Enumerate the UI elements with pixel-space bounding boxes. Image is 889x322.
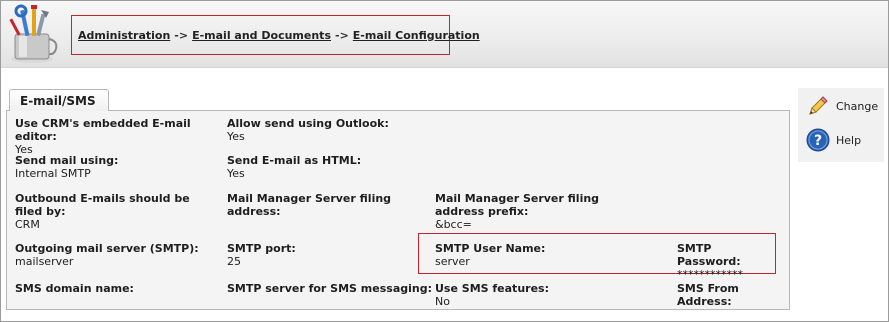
breadcrumb-email-configuration[interactable]: E-mail Configuration: [353, 29, 480, 42]
pencil-icon: [809, 96, 828, 115]
field-value: mailserver: [15, 255, 74, 268]
change-label: Change: [836, 99, 879, 113]
breadcrumb-separator: ->: [174, 28, 189, 42]
field-use-sms: Use SMS features: No: [435, 282, 635, 308]
field-value: CRM: [15, 218, 40, 231]
field-embedded-editor: Use CRM's embedded E-mail editor: Yes: [15, 117, 225, 156]
field-mm-filing-address: Mail Manager Server filing address:: [227, 192, 407, 218]
field-label: SMS From Address:: [677, 282, 739, 308]
field-smtp-server: Outgoing mail server (SMTP): mailserver: [15, 242, 225, 268]
field-value: server: [435, 255, 470, 268]
field-allow-outlook: Allow send using Outlook: Yes: [227, 117, 427, 143]
field-label: Mail Manager Server filing address:: [227, 192, 392, 218]
help-button[interactable]: ? Help: [806, 128, 861, 152]
field-value: 25: [227, 255, 241, 268]
field-outbound-filed-by: Outbound E-mails should be filed by: CRM: [15, 192, 220, 231]
field-label: Use SMS features:: [435, 282, 549, 295]
field-label: SMTP User Name:: [435, 242, 546, 255]
field-label: Outbound E-mails should be filed by:: [15, 192, 190, 218]
breadcrumb: Administration -> E-mail and Documents -…: [71, 15, 480, 55]
action-panel: Change ? Help: [798, 88, 884, 162]
field-label: SMTP server for SMS messaging:: [227, 282, 432, 295]
field-send-mail-using: Send mail using: Internal SMTP: [15, 154, 225, 180]
field-sms-smtp-server: SMTP server for SMS messaging:: [227, 282, 432, 295]
field-sms-from: SMS From Address:: [677, 282, 787, 308]
field-label: Outgoing mail server (SMTP):: [15, 242, 199, 255]
tab-email-sms[interactable]: E-mail/SMS: [9, 89, 109, 111]
breadcrumb-email-and-documents[interactable]: E-mail and Documents: [192, 29, 331, 42]
help-label: Help: [836, 133, 862, 147]
field-smtp-user: SMTP User Name: server: [435, 242, 635, 268]
field-label: Send mail using:: [15, 154, 119, 167]
field-label: SMTP port:: [227, 242, 296, 255]
page-header: Administration -> E-mail and Documents -…: [1, 1, 888, 68]
svg-text:?: ?: [814, 133, 822, 149]
field-value: Yes: [227, 167, 245, 180]
field-label: SMTP Password:: [677, 242, 741, 268]
breadcrumb-separator: ->: [335, 28, 349, 42]
field-send-as-html: Send E-mail as HTML: Yes: [227, 154, 427, 180]
help-icon: ?: [806, 128, 830, 152]
breadcrumb-administration[interactable]: Administration: [78, 29, 170, 42]
tools-cup-icon: [9, 4, 58, 63]
field-value: &bcc=: [435, 218, 472, 231]
change-button[interactable]: Change: [806, 94, 878, 118]
field-label: Allow send using Outlook:: [227, 117, 389, 130]
field-smtp-port: SMTP port: 25: [227, 242, 407, 268]
field-label: Use CRM's embedded E-mail editor:: [15, 117, 191, 143]
field-label: SMS domain name:: [15, 282, 134, 295]
field-value: ************: [677, 268, 743, 281]
field-label: Send E-mail as HTML:: [227, 154, 362, 167]
field-value: Yes: [227, 130, 245, 143]
field-value: Internal SMTP: [15, 167, 91, 180]
field-label: Mail Manager Server filing address prefi…: [435, 192, 600, 218]
field-mm-filing-prefix: Mail Manager Server filing address prefi…: [435, 192, 650, 231]
field-sms-domain: SMS domain name:: [15, 282, 220, 295]
field-value: No: [435, 295, 450, 308]
field-smtp-password: SMTP Password: ************: [677, 242, 775, 281]
